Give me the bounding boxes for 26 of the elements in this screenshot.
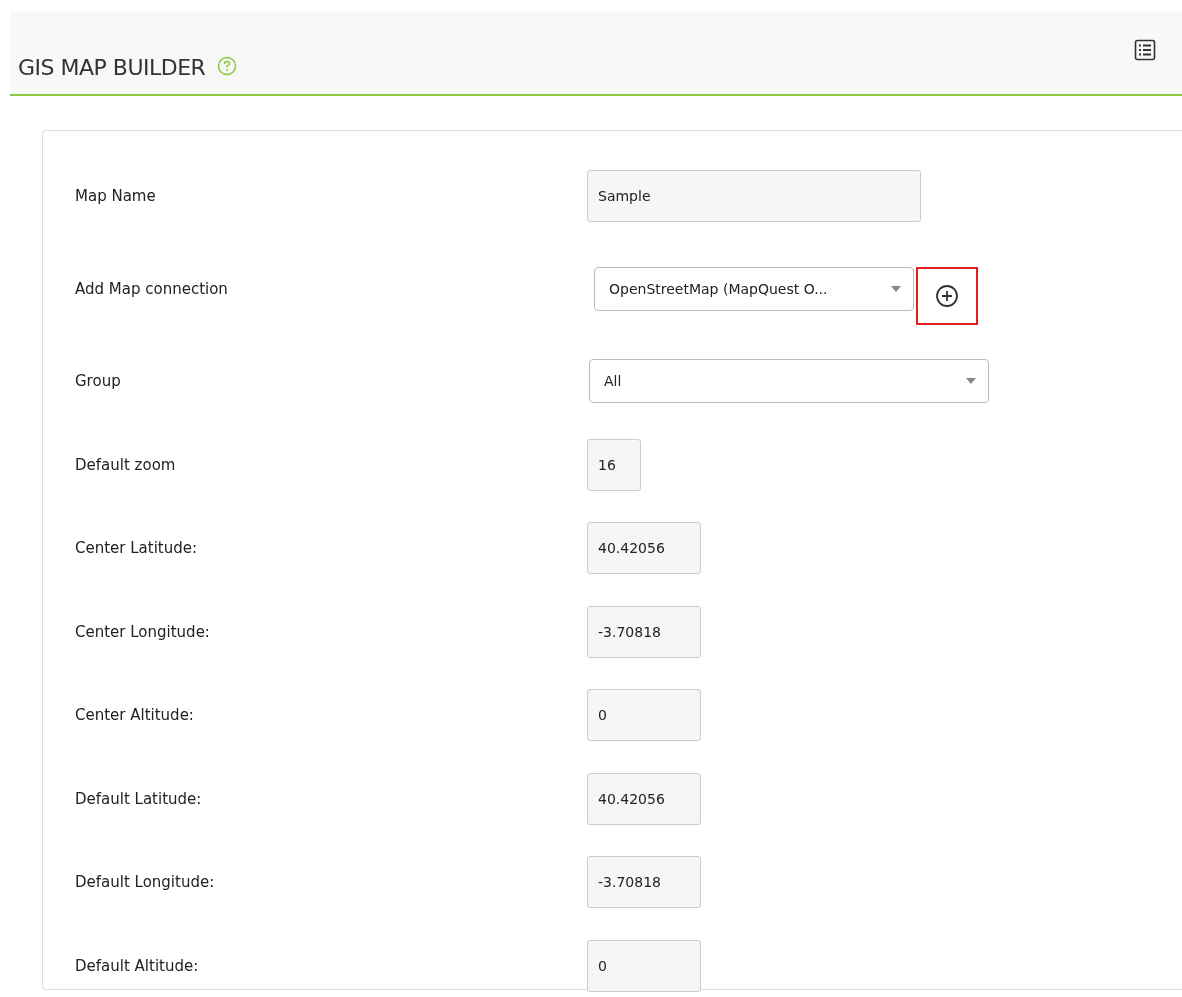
field-label: Default zoom xyxy=(75,455,177,474)
caret-icon xyxy=(966,378,976,384)
field-label: Default Longitude: xyxy=(75,873,216,891)
page-title: GIS MAP BUILDER xyxy=(18,55,206,80)
input-field[interactable]: Sample xyxy=(587,170,921,222)
field-label: Center Longitude: xyxy=(75,622,211,641)
field-label: Center Altitude: xyxy=(75,706,195,724)
add-button[interactable] xyxy=(916,266,978,325)
dropdown[interactable]: OpenStreetMap (MapQuest O... xyxy=(594,266,914,311)
dropdown[interactable]: All xyxy=(589,359,989,403)
caret-icon xyxy=(891,285,901,292)
field-label: Group xyxy=(75,372,122,390)
field-label: Add Map connection xyxy=(75,279,229,298)
input-field[interactable]: 40.42056 xyxy=(587,522,701,574)
field-label: Center Latitude: xyxy=(75,539,199,557)
list-view-icon[interactable] xyxy=(1134,39,1156,61)
input-field[interactable]: -3.70818 xyxy=(587,856,701,908)
input-field[interactable]: -3.70818 xyxy=(587,605,701,658)
input-field[interactable]: 0 xyxy=(587,689,701,741)
field-label: Map Name xyxy=(75,187,157,205)
field-label: Default Altitude: xyxy=(75,956,200,975)
field-label: Default Latitude: xyxy=(75,789,203,808)
input-field[interactable]: 40.42056 xyxy=(587,772,701,825)
input-field[interactable]: 0 xyxy=(587,939,701,992)
plus-circle-icon xyxy=(935,283,959,308)
input-field[interactable]: 16 xyxy=(587,438,641,491)
